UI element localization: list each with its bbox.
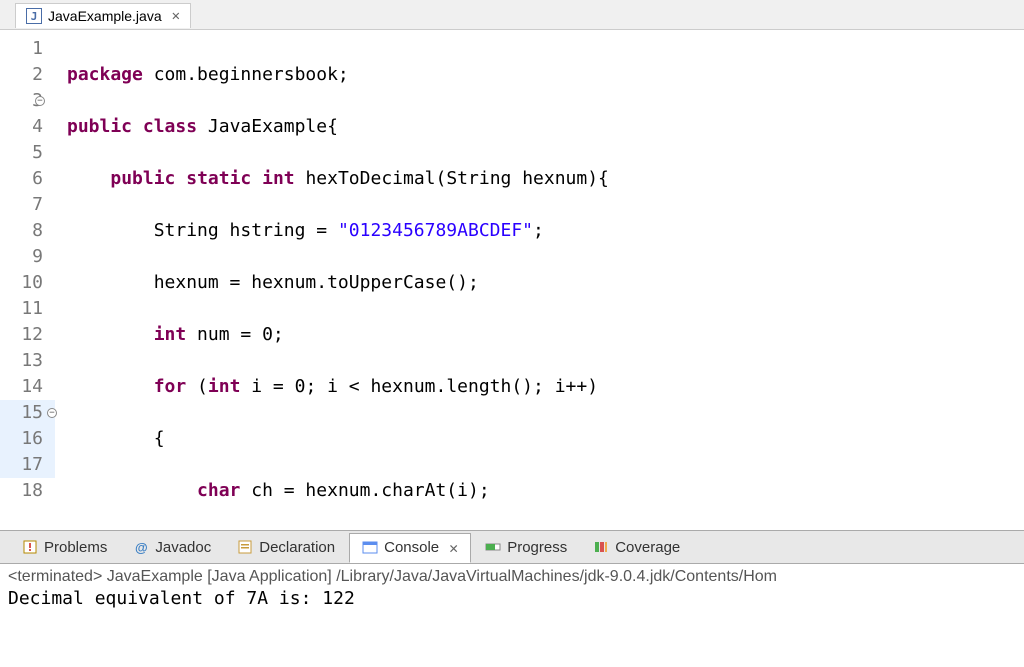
close-tab-icon[interactable]: ✕ bbox=[172, 8, 180, 24]
javadoc-icon: @ bbox=[133, 539, 149, 555]
svg-text:@: @ bbox=[135, 540, 148, 555]
problems-icon bbox=[22, 539, 38, 555]
tab-label: Problems bbox=[44, 539, 107, 556]
console-output-line: Decimal equivalent of 7A is: 122 bbox=[8, 586, 1016, 609]
coverage-icon bbox=[593, 539, 609, 555]
fold-toggle-icon[interactable]: − bbox=[47, 408, 57, 418]
tab-label: Javadoc bbox=[155, 539, 211, 556]
code-editor[interactable]: 1 2 3− 4 5 6 7 8 9 10 11 12 13 14 15− 16… bbox=[0, 30, 1024, 530]
tab-coverage[interactable]: Coverage bbox=[581, 534, 692, 561]
tab-label: Declaration bbox=[259, 539, 335, 556]
tab-progress[interactable]: Progress bbox=[473, 534, 579, 561]
code-content[interactable]: package com.beginnersbook; public class … bbox=[55, 30, 923, 530]
declaration-icon bbox=[237, 539, 253, 555]
editor-tab-javaexample[interactable]: J JavaExample.java ✕ bbox=[15, 3, 191, 28]
editor-tab-filename: JavaExample.java bbox=[48, 8, 162, 24]
fold-toggle-icon[interactable]: − bbox=[35, 96, 45, 106]
tab-javadoc[interactable]: @ Javadoc bbox=[121, 534, 223, 561]
progress-icon bbox=[485, 539, 501, 555]
line-number-gutter: 1 2 3− 4 5 6 7 8 9 10 11 12 13 14 15− 16… bbox=[0, 30, 55, 530]
console-launch-header: <terminated> JavaExample [Java Applicati… bbox=[8, 568, 1016, 586]
console-icon bbox=[362, 540, 378, 556]
tab-declaration[interactable]: Declaration bbox=[225, 534, 347, 561]
editor-tab-bar: J JavaExample.java ✕ bbox=[0, 0, 1024, 30]
java-file-icon: J bbox=[26, 8, 42, 24]
bottom-view-tabs: Problems @ Javadoc Declaration Console ✕… bbox=[0, 530, 1024, 564]
close-view-icon[interactable]: ✕ bbox=[449, 539, 458, 557]
tab-label: Console bbox=[384, 539, 439, 556]
console-view: <terminated> JavaExample [Java Applicati… bbox=[0, 564, 1024, 613]
tab-label: Coverage bbox=[615, 539, 680, 556]
tab-label: Progress bbox=[507, 539, 567, 556]
tab-problems[interactable]: Problems bbox=[10, 534, 119, 561]
tab-console[interactable]: Console ✕ bbox=[349, 533, 471, 563]
